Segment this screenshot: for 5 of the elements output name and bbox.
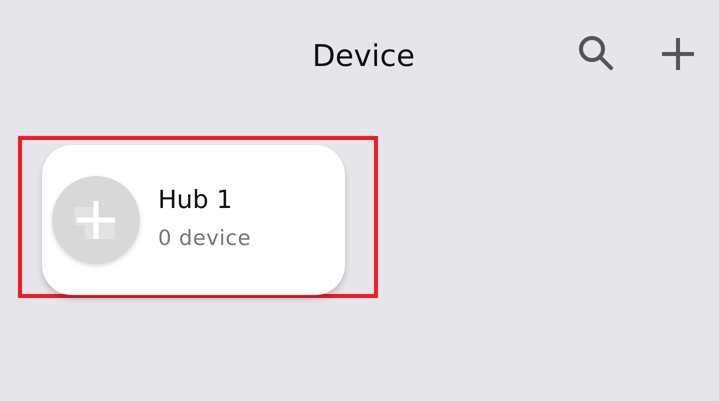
page-title: Device (312, 38, 415, 74)
device-count: 0 device (158, 226, 252, 250)
hub-card[interactable]: Hub 1 0 device (42, 145, 345, 295)
plus-icon (661, 37, 695, 71)
hub-name: Hub 1 (158, 184, 234, 214)
